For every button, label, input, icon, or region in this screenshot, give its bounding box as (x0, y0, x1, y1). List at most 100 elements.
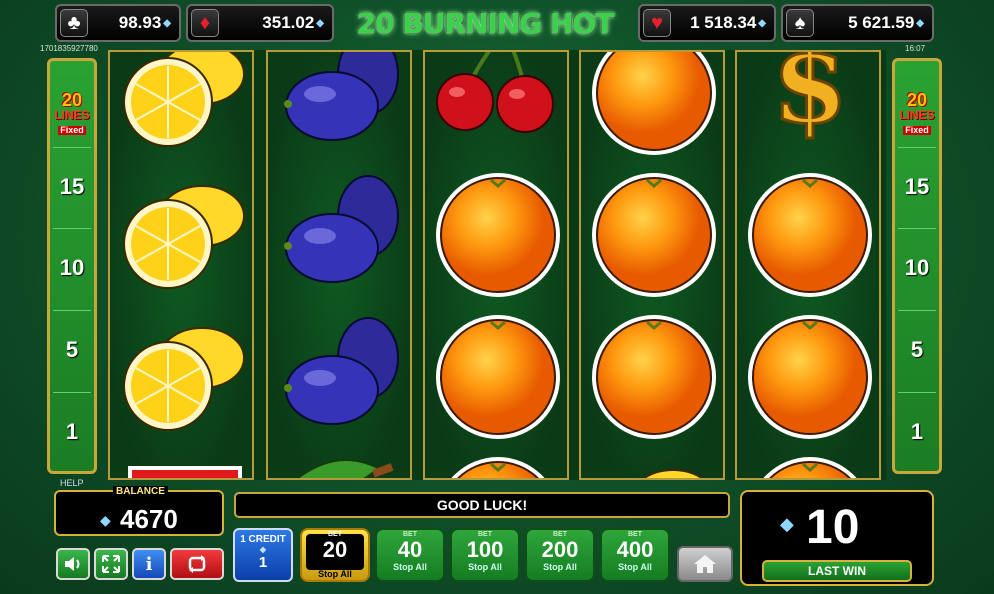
dollar-symbol: $ (737, 50, 879, 164)
lemon-symbol (110, 164, 252, 306)
bet-stop: Stop All (468, 562, 502, 572)
balance-label: BALANCE (113, 486, 168, 497)
status-message: GOOD LUCK! (234, 492, 730, 518)
autoplay-button[interactable] (170, 548, 224, 580)
orange-symbol (737, 448, 879, 478)
orange-symbol (581, 52, 723, 164)
reel-3 (423, 50, 569, 480)
diamonds-icon: ♦ (191, 9, 219, 37)
reels-area: $ (108, 50, 886, 480)
orange-symbol (425, 306, 567, 448)
credit-selector[interactable]: 1 CREDIT ◆ 1 (233, 528, 293, 582)
lines-fixed: Fixed (903, 125, 931, 135)
session-id: 1701835927780 (40, 44, 98, 53)
lines-panel-left: 20 LINES Fixed 15 10 5 1 (47, 58, 97, 474)
jackpot-diamonds: ♦ 351.02 ◆ (186, 4, 334, 42)
line-button-5[interactable]: 5 (898, 310, 936, 388)
plum-symbol (268, 52, 410, 164)
reel-5: $ (735, 50, 881, 480)
lines-badge: 20 LINES Fixed (50, 91, 94, 137)
orange-symbol (581, 306, 723, 448)
gem-icon: ◆ (916, 17, 924, 29)
orange-symbol (737, 164, 879, 306)
clubs-icon: ♣ (60, 9, 88, 37)
bet-button-40[interactable]: BET 40 Stop All (375, 528, 445, 582)
line-button-15[interactable]: 15 (898, 147, 936, 225)
jackpot-hearts: ♥ 1 518.34 ◆ (638, 4, 776, 42)
help-link[interactable]: HELP (60, 478, 84, 488)
line-button-5[interactable]: 5 (53, 310, 91, 388)
line-button-10[interactable]: 10 (53, 228, 91, 306)
bet-stop: Stop All (393, 562, 427, 572)
balance-value: 4670 (120, 504, 178, 534)
lines-count: 20 (61, 90, 83, 110)
bet-value: 200 (541, 537, 579, 562)
lemon-symbol (110, 52, 252, 164)
last-win-value: 10 (806, 501, 860, 554)
clock: 16:07 (905, 44, 926, 53)
bet-stop: Stop All (543, 562, 577, 572)
orange-symbol (737, 306, 879, 448)
jackpot-spades: ♠ 5 621.59 ◆ (781, 4, 934, 42)
gem-icon: ◆ (758, 17, 766, 29)
fullscreen-icon (102, 555, 120, 573)
jackpot-value: 351.02 (262, 13, 315, 32)
watermelon-symbol (268, 448, 410, 478)
bet-value: 20 (322, 537, 348, 562)
lines-word: LINES (899, 108, 935, 122)
gem-icon: ◆ (163, 17, 171, 29)
lemon-symbol (581, 448, 723, 478)
spades-icon: ♠ (786, 9, 814, 37)
lemon-symbol (110, 306, 252, 448)
credit-label: 1 CREDIT (240, 534, 286, 545)
info-icon: i (145, 553, 153, 575)
lines-fixed: Fixed (58, 125, 86, 135)
line-button-1[interactable]: 1 (53, 392, 91, 470)
line-button-10[interactable]: 10 (898, 228, 936, 306)
speaker-icon (65, 557, 80, 571)
credit-value: 1 (258, 554, 268, 571)
gem-icon: ◆ (100, 512, 111, 528)
fullscreen-button[interactable] (94, 548, 128, 580)
reel-1 (108, 50, 254, 480)
home-icon (694, 555, 716, 573)
info-button[interactable]: i (132, 548, 166, 580)
bet-value: 100 (466, 537, 504, 562)
hearts-icon: ♥ (643, 9, 671, 37)
gem-icon: ◆ (259, 545, 267, 554)
last-win-label: LAST WIN (762, 560, 912, 582)
home-button[interactable] (677, 546, 733, 582)
bet-stop: Stop All (618, 562, 652, 572)
line-button-1[interactable]: 1 (898, 392, 936, 470)
bet-button-20[interactable]: BET 20 Stop All (300, 528, 370, 582)
bet-value: 40 (397, 537, 423, 562)
lines-word: LINES (54, 108, 90, 122)
lines-panel-right: 20 LINES Fixed 15 10 5 1 (892, 58, 942, 474)
bet-button-400[interactable]: BET 400 Stop All (600, 528, 670, 582)
orange-symbol (425, 448, 567, 478)
bet-stop: Stop All (318, 569, 352, 579)
seven-symbol (110, 448, 252, 478)
lines-badge: 20 LINES Fixed (895, 91, 939, 137)
line-button-15[interactable]: 15 (53, 147, 91, 225)
plum-symbol (268, 306, 410, 448)
lines-count: 20 (906, 90, 928, 110)
gem-icon: ◆ (780, 514, 794, 534)
sound-button[interactable] (56, 548, 90, 580)
cherry-symbol (425, 52, 567, 164)
orange-symbol (425, 164, 567, 306)
bet-button-100[interactable]: BET 100 Stop All (450, 528, 520, 582)
svg-text:$: $ (772, 50, 849, 148)
bet-value: 400 (616, 537, 654, 562)
gem-icon: ◆ (316, 17, 324, 29)
orange-symbol (581, 164, 723, 306)
jackpot-value: 98.93 (118, 13, 162, 32)
bet-button-200[interactable]: BET 200 Stop All (525, 528, 595, 582)
jackpot-value: 1 518.34 (690, 13, 757, 32)
reel-4 (579, 50, 725, 480)
autoplay-icon (188, 555, 206, 573)
plum-symbol (268, 164, 410, 306)
game-title: 20 BURNING HOT (356, 7, 615, 40)
reel-2 (266, 50, 412, 480)
jackpot-value: 5 621.59 (848, 13, 915, 32)
